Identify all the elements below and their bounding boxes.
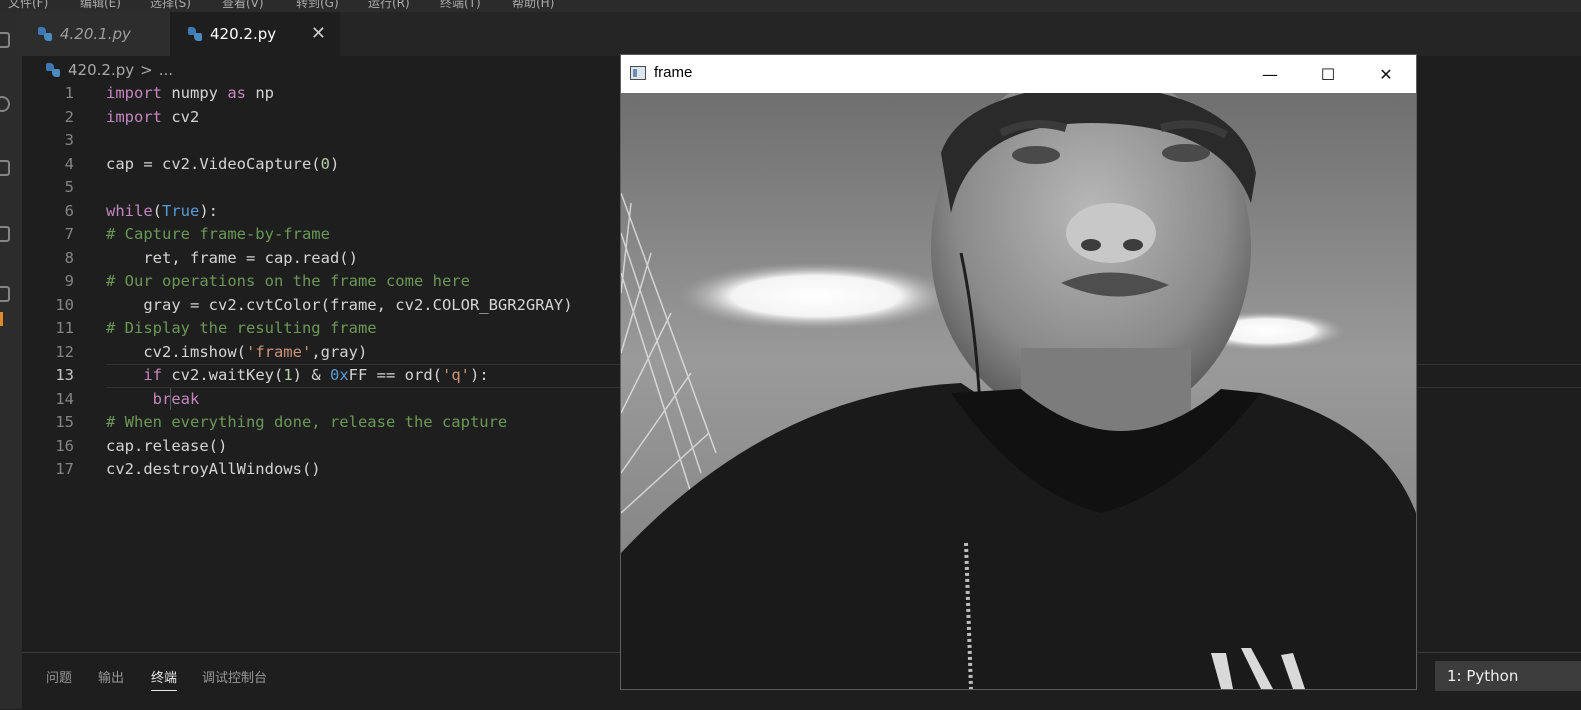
source-control-icon[interactable] [0,160,10,176]
code-text[interactable]: ret, frame = cap.read() [106,247,358,271]
line-number: 1 [64,84,74,102]
line-number: 8 [64,248,74,267]
menu-item-view[interactable]: 查看(V) [222,0,264,11]
line-number: 12 [55,342,74,361]
code-text[interactable]: cv2.imshow('frame',gray) [106,341,367,365]
code-text[interactable]: while(True): [106,200,218,224]
explorer-icon[interactable] [0,32,10,48]
code-text[interactable]: if cv2.waitKey(1) & 0xFF == ord('q'): [106,364,488,388]
breadcrumb: 420.2.py > ... [46,60,173,80]
window-title: frame [654,64,693,81]
line-number: 9 [64,272,74,290]
webcam-frame-image [621,93,1416,689]
code-text[interactable]: gray = cv2.cvtColor(frame, cv2.COLOR_BGR… [106,294,572,318]
code-text[interactable]: import cv2 [106,106,199,130]
tab-terminal[interactable]: 终端 [151,667,178,691]
line-number: 11 [55,319,74,337]
frame-window[interactable]: frame — ☐ ✕ [620,54,1417,690]
python-file-icon [188,27,202,41]
window-app-icon [630,66,646,80]
python-file-icon [46,63,60,77]
run-debug-icon[interactable] [0,226,10,242]
breadcrumb-file[interactable]: 420.2.py [68,61,134,79]
menu-item-help[interactable]: 帮助(H) [512,0,554,11]
menu-bar: 文件(F) 编辑(E) 选择(S) 查看(V) 转到(G) 运行(R) 终端(T… [0,0,1581,12]
line-number: 2 [64,107,74,126]
code-text[interactable]: # Our operations on the frame come here [106,270,470,294]
grayscale-webcam-photo [621,93,1416,689]
line-number: 10 [55,295,74,314]
code-text[interactable]: cap.release() [106,435,227,459]
window-titlebar[interactable]: frame — ☐ ✕ [621,55,1416,93]
extensions-badge [0,312,3,326]
line-number: 17 [55,460,74,478]
close-button[interactable]: ✕ [1357,55,1415,93]
line-number: 3 [64,131,74,149]
menu-item-terminal[interactable]: 终端(T) [440,0,481,11]
line-number: 5 [64,178,74,196]
code-text[interactable]: cap = cv2.VideoCapture(0) [106,153,339,177]
breadcrumb-more[interactable]: ... [159,61,173,79]
code-text[interactable]: cv2.destroyAllWindows() [106,458,321,482]
terminal-select[interactable]: 1: Python [1435,661,1581,691]
code-text[interactable]: # Display the resulting frame [106,317,377,341]
tab-420-2-py[interactable]: 420.2.py ✕ [170,12,340,56]
close-icon[interactable]: ✕ [311,23,326,44]
line-number: 13 [55,366,74,384]
tab-4-20-1-py[interactable]: 4.20.1.py [22,12,170,56]
indent-guide [170,387,171,410]
tab-output[interactable]: 输出 [98,667,124,690]
search-icon[interactable] [0,96,10,112]
code-text[interactable]: # When everything done, release the capt… [106,411,507,435]
code-text[interactable]: break [106,388,200,412]
maximize-button[interactable]: ☐ [1299,55,1357,93]
tab-label: 420.2.py [210,25,277,43]
menu-item-edit[interactable]: 编辑(E) [80,0,121,11]
menu-item-selection[interactable]: 选择(S) [150,0,191,11]
tab-label: 4.20.1.py [60,25,131,43]
menu-item-file[interactable]: 文件(F) [8,0,48,11]
python-file-icon [38,27,52,41]
line-number: 7 [64,225,74,243]
menu-item-run[interactable]: 运行(R) [368,0,410,11]
chevron-right-icon: > [140,61,153,79]
code-text[interactable]: import numpy as np [106,82,274,106]
line-number: 4 [64,154,74,173]
line-number: 15 [55,413,74,431]
tab-debug-console[interactable]: 调试控制台 [202,667,267,690]
activity-bar [0,12,22,709]
code-text[interactable]: # Capture frame-by-frame [106,223,330,247]
line-number: 14 [55,389,74,408]
minimize-button[interactable]: — [1241,55,1299,93]
tab-problems[interactable]: 问题 [46,667,72,690]
extensions-icon[interactable] [0,286,10,302]
menu-item-go[interactable]: 转到(G) [296,0,339,11]
line-number: 6 [64,201,74,220]
editor-tab-bar: 4.20.1.py 420.2.py ✕ [22,12,1581,56]
line-number: 16 [55,436,74,455]
